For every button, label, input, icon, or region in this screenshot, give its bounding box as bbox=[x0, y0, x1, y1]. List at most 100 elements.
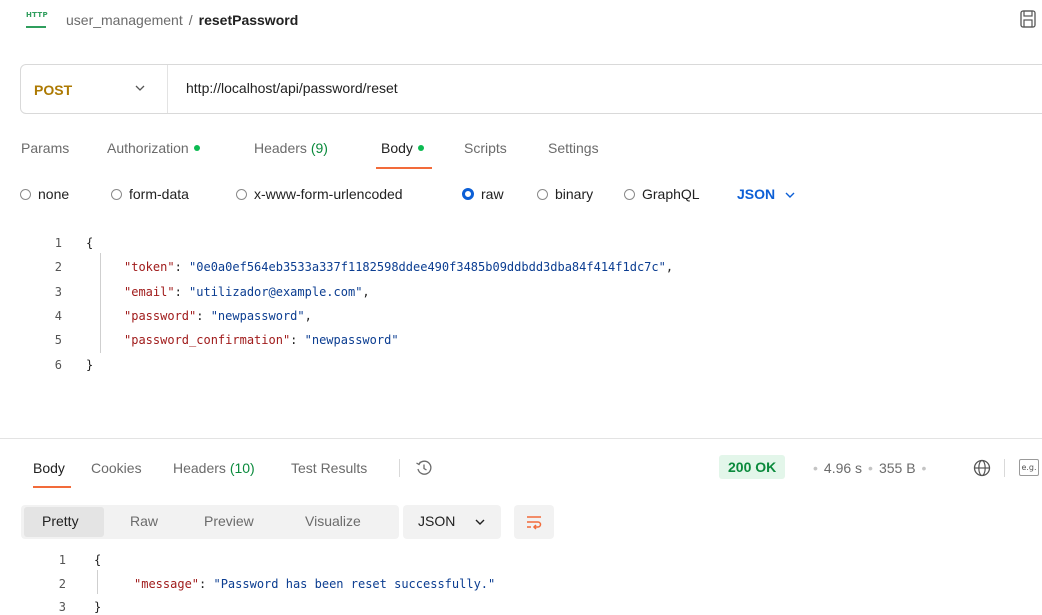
radio-binary[interactable]: binary bbox=[537, 186, 593, 202]
chevron-down-icon bbox=[475, 519, 485, 525]
line-number: 1 bbox=[54, 236, 62, 250]
radio-graphql-circle[interactable] bbox=[624, 188, 635, 200]
body-language-select[interactable]: JSON bbox=[737, 186, 796, 202]
format-tab-pretty[interactable]: Pretty bbox=[42, 513, 79, 529]
response-close-brace[interactable]: } bbox=[94, 600, 101, 614]
response-tab-test-results[interactable]: Test Results bbox=[291, 460, 367, 476]
code-open-brace[interactable]: { bbox=[86, 236, 93, 250]
tab-headers-label: Headers bbox=[254, 140, 307, 156]
response-size[interactable]: 355 B bbox=[879, 460, 916, 476]
code-close-brace[interactable]: } bbox=[86, 358, 93, 372]
code-line-password[interactable]: "password": "newpassword", bbox=[124, 309, 312, 323]
meta-divider bbox=[1004, 459, 1005, 477]
radio-form-data-label: form-data bbox=[129, 186, 189, 202]
tab-scripts[interactable]: Scripts bbox=[464, 140, 507, 156]
response-tab-body[interactable]: Body bbox=[33, 460, 65, 476]
json-value: "newpassword" bbox=[210, 309, 305, 323]
radio-urlencoded[interactable]: x-www-form-urlencoded bbox=[236, 186, 403, 202]
line-number: 6 bbox=[54, 358, 62, 372]
json-comma: , bbox=[665, 260, 674, 274]
line-number: 3 bbox=[54, 285, 62, 299]
line-number: 2 bbox=[54, 260, 62, 274]
chevron-down-icon bbox=[785, 192, 795, 199]
panel-splitter[interactable] bbox=[0, 438, 1042, 439]
radio-none-circle[interactable] bbox=[20, 188, 31, 200]
radio-raw[interactable]: raw bbox=[462, 186, 504, 202]
radio-raw-circle[interactable] bbox=[462, 188, 474, 201]
http-icon: HTTP bbox=[26, 12, 48, 28]
url-bar bbox=[20, 64, 1042, 114]
save-example-icon[interactable]: e.g. bbox=[1019, 459, 1039, 476]
url-input[interactable]: http://localhost/api/password/reset bbox=[186, 80, 398, 96]
breadcrumb-separator: / bbox=[188, 12, 193, 28]
method-select[interactable]: POST bbox=[34, 82, 72, 98]
request-name[interactable]: resetPassword bbox=[199, 12, 299, 28]
body-language-label: JSON bbox=[737, 186, 776, 202]
json-comma: , bbox=[362, 285, 370, 299]
code-line-token[interactable]: "token": "0e0a0ef564eb3533a337f1182598dd… bbox=[124, 260, 673, 274]
line-number: 5 bbox=[54, 333, 62, 347]
radio-urlencoded-circle[interactable] bbox=[236, 188, 247, 200]
radio-none[interactable]: none bbox=[20, 186, 69, 202]
format-tab-visualize[interactable]: Visualize bbox=[305, 513, 361, 529]
tab-settings[interactable]: Settings bbox=[548, 140, 599, 156]
response-open-brace[interactable]: { bbox=[94, 553, 101, 567]
radio-form-data[interactable]: form-data bbox=[111, 186, 189, 202]
breadcrumb: user_management / resetPassword bbox=[66, 12, 298, 28]
radio-form-data-circle[interactable] bbox=[111, 188, 122, 200]
json-value: "0e0a0ef564eb3533a337f1182598ddee490f348… bbox=[189, 260, 666, 274]
json-key: "message" bbox=[134, 577, 200, 591]
response-tab-cookies[interactable]: Cookies bbox=[91, 460, 142, 476]
tab-params[interactable]: Params bbox=[21, 140, 69, 156]
code-line-email[interactable]: "email": "utilizador@example.com", bbox=[124, 285, 370, 299]
response-tab-headers-label: Headers bbox=[173, 460, 226, 476]
json-comma: , bbox=[304, 309, 312, 323]
tab-body-label: Body bbox=[381, 140, 413, 156]
indent-guide bbox=[97, 570, 98, 594]
chevron-down-icon[interactable] bbox=[134, 82, 146, 94]
json-value: "newpassword" bbox=[304, 333, 399, 347]
tab-authorization[interactable]: Authorization bbox=[107, 140, 200, 156]
response-active-tab-indicator bbox=[33, 486, 71, 488]
radio-binary-label: binary bbox=[555, 186, 594, 202]
tab-headers-count: (9) bbox=[310, 140, 328, 156]
json-key: "password" bbox=[124, 309, 197, 323]
radio-urlencoded-label: x-www-form-urlencoded bbox=[254, 186, 403, 202]
response-tab-headers-count: (10) bbox=[229, 460, 255, 476]
status-badge[interactable]: 200 OK bbox=[719, 455, 786, 479]
json-value: "utilizador@example.com" bbox=[189, 285, 363, 299]
response-tab-headers[interactable]: Headers (10) bbox=[173, 460, 255, 476]
breadcrumb-collection[interactable]: user_management bbox=[66, 12, 183, 28]
line-number: 4 bbox=[54, 309, 62, 323]
indent-guide bbox=[100, 253, 101, 353]
response-language-label: JSON bbox=[418, 513, 456, 529]
radio-none-label: none bbox=[38, 186, 70, 202]
response-line-message[interactable]: "message": "Password has been reset succ… bbox=[134, 577, 495, 591]
authorization-status-dot bbox=[193, 145, 200, 152]
radio-binary-circle[interactable] bbox=[537, 188, 548, 200]
radio-graphql[interactable]: GraphQL bbox=[624, 186, 700, 202]
line-number: 3 bbox=[58, 600, 66, 614]
url-divider bbox=[167, 65, 168, 113]
save-icon[interactable] bbox=[1020, 10, 1036, 28]
json-value: "Password has been reset successfully." bbox=[213, 577, 496, 591]
tab-headers[interactable]: Headers (9) bbox=[254, 140, 328, 156]
line-number: 1 bbox=[58, 553, 66, 567]
response-time[interactable]: 4.96 s bbox=[824, 460, 862, 476]
radio-graphql-label: GraphQL bbox=[642, 186, 700, 202]
radio-raw-label: raw bbox=[481, 186, 504, 202]
json-key: "password_confirmation" bbox=[124, 333, 291, 347]
format-tab-raw[interactable]: Raw bbox=[130, 513, 158, 529]
globe-icon[interactable] bbox=[972, 458, 992, 478]
tab-body[interactable]: Body bbox=[381, 140, 424, 156]
format-tab-preview[interactable]: Preview bbox=[204, 513, 254, 529]
json-key: "email" bbox=[124, 285, 175, 299]
body-status-dot bbox=[417, 145, 424, 152]
history-icon[interactable] bbox=[415, 459, 433, 477]
code-line-password-confirmation[interactable]: "password_confirmation": "newpassword" bbox=[124, 333, 399, 347]
response-tab-divider bbox=[399, 459, 400, 477]
json-key: "token" bbox=[124, 260, 175, 274]
line-number: 2 bbox=[58, 577, 66, 591]
wrap-lines-icon bbox=[527, 516, 542, 530]
response-meta: • 4.96 s • 355 B • bbox=[813, 460, 927, 476]
